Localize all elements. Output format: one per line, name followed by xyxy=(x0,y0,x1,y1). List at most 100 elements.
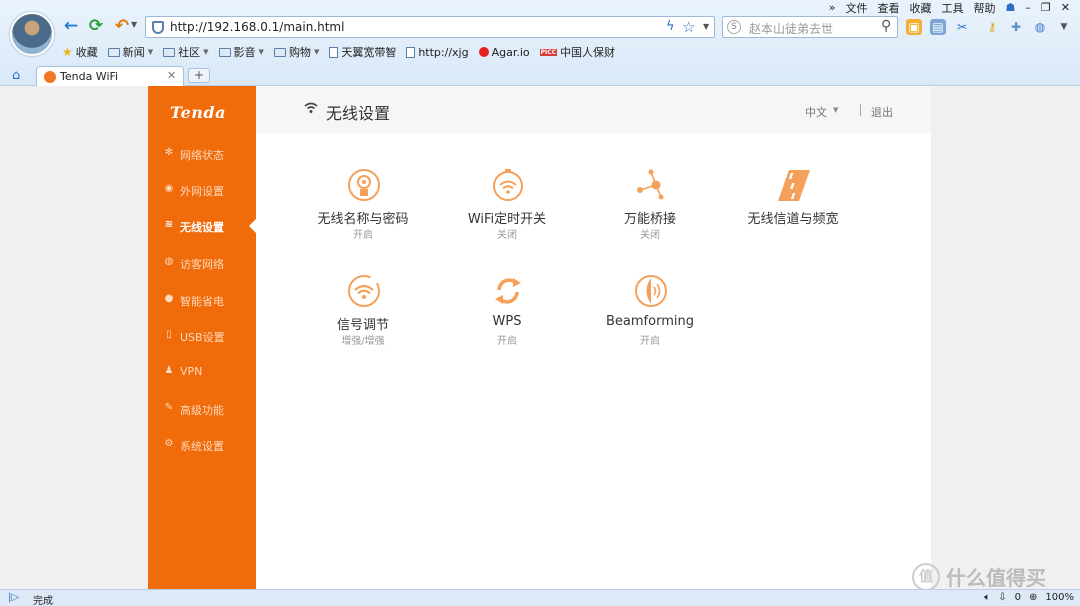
card-title: 无线名称与密码 xyxy=(317,212,409,227)
bookmark-picc[interactable]: PICC 中国人保财 xyxy=(539,44,615,60)
logout-link[interactable]: 退出 xyxy=(871,104,893,120)
bookmark-folder-media[interactable]: 影音 ▼ xyxy=(218,44,264,60)
chevron-down-icon[interactable]: ▼ xyxy=(833,106,838,114)
new-tab-button[interactable]: + xyxy=(188,68,210,83)
sidebar-item-wan-settings[interactable]: ◉ 外网设置 xyxy=(148,180,256,200)
tab-close-icon[interactable]: ✕ xyxy=(167,69,176,82)
page-icon xyxy=(406,46,416,58)
menu-view[interactable]: 查看 xyxy=(878,0,900,16)
bookmark-xjg[interactable]: http://xjg xyxy=(406,46,469,59)
lightning-icon[interactable]: ϟ xyxy=(666,19,675,34)
card-signal-adjust[interactable]: 信号调节 增强/增强 xyxy=(298,274,428,354)
search-icon[interactable]: ⚲ xyxy=(881,18,891,34)
sidebar: Tenda ✻ 网络状态 ◉ 外网设置 ≋ 无线设置 ◍ 访客网络 ● 智能省电 ▯ USB… xyxy=(148,86,256,589)
card-beamforming[interactable]: Beamforming 开启 xyxy=(585,274,715,354)
search-placeholder[interactable]: 赵本山徒弟去世 xyxy=(749,20,833,37)
watermark: 值 什么值得买 xyxy=(912,562,1046,591)
page-title: 无线设置 xyxy=(326,104,391,123)
bookmark-favorites[interactable]: ★ 收藏 xyxy=(62,44,98,60)
user-avatar[interactable] xyxy=(10,12,54,56)
status-text: 完成 xyxy=(33,596,53,606)
card-status: 增强/增强 xyxy=(341,336,385,347)
search-engine-icon[interactable]: S xyxy=(727,20,741,34)
bookmark-tianyi[interactable]: 天翼宽带智 xyxy=(329,44,396,60)
card-wps[interactable]: WPS 开启 xyxy=(442,274,572,354)
folder-icon xyxy=(273,47,286,57)
beamforming-icon xyxy=(635,275,667,307)
picc-logo-icon: PICC xyxy=(539,48,558,56)
guest-network-icon: ◍ xyxy=(164,256,174,267)
extension-icon[interactable]: ▣ xyxy=(906,19,922,35)
language-select[interactable]: 中文 xyxy=(805,104,827,120)
status-bar: |▷ 完成 🔈︎ ⇩ 0 ⊕ 100% xyxy=(0,589,1080,606)
globe-icon[interactable]: ◍ xyxy=(1032,19,1048,35)
home-icon[interactable]: ⌂ xyxy=(12,68,20,83)
sidebar-item-network-status[interactable]: ✻ 网络状态 xyxy=(148,144,256,164)
card-status: 关闭 xyxy=(497,230,517,241)
card-title: 万能桥接 xyxy=(623,212,676,227)
undo-dropdown-icon[interactable]: ▼ xyxy=(131,20,137,29)
more-dropdown-icon[interactable]: ▼ xyxy=(1056,19,1072,35)
menu-bar: » 文件 查看 收藏 工具 帮助 ☗ – ❐ ✕ xyxy=(829,0,1080,15)
screenshot-icon[interactable]: ▤ xyxy=(930,19,946,35)
card-wifi-name-password[interactable]: 无线名称与密码 开启 xyxy=(298,168,428,248)
refresh-icon[interactable]: ⟳ xyxy=(86,16,106,36)
bookmark-folder-community[interactable]: 社区 ▼ xyxy=(163,44,209,60)
close-window-icon[interactable]: ✕ xyxy=(1061,1,1070,14)
sidebar-item-wireless-settings[interactable]: ≋ 无线设置 xyxy=(148,216,256,236)
menu-favorites[interactable]: 收藏 xyxy=(910,0,932,16)
key-icon[interactable]: ⚷ xyxy=(984,19,1000,35)
security-shield-icon xyxy=(152,21,164,34)
menu-more[interactable]: » xyxy=(829,1,836,14)
address-bar[interactable]: http://192.168.0.1/main.html ϟ ☆ ▼ xyxy=(145,16,715,38)
restore-icon[interactable]: ❐ xyxy=(1041,1,1051,14)
sidebar-item-advanced[interactable]: ✎ 高级功能 xyxy=(148,399,256,419)
speaker-icon[interactable]: 🔈︎ xyxy=(984,592,990,603)
menu-tools[interactable]: 工具 xyxy=(942,0,964,16)
url-text[interactable]: http://192.168.0.1/main.html xyxy=(170,20,344,34)
card-title: WPS xyxy=(492,314,522,329)
sidebar-item-system-settings[interactable]: ⚙ 系统设置 xyxy=(148,435,256,455)
folder-icon xyxy=(218,47,231,57)
sidebar-item-vpn[interactable]: ♟ VPN xyxy=(148,362,256,382)
bookmark-star-icon[interactable]: ☆ xyxy=(682,18,695,36)
signal-adjust-icon xyxy=(348,275,380,307)
menu-help[interactable]: 帮助 xyxy=(974,0,996,16)
bookmark-folder-news[interactable]: 新闻 ▼ xyxy=(107,44,153,60)
search-box[interactable]: S 赵本山徒弟去世 ⚲ xyxy=(722,16,898,38)
card-status: 开启 xyxy=(497,336,517,347)
wifi-icon: ≋ xyxy=(164,219,174,230)
puzzle-icon[interactable]: ✚ xyxy=(1008,19,1024,35)
browser-chrome: ← ⟳ ↶ ▼ http://192.168.0.1/main.html ϟ ☆… xyxy=(0,0,1080,86)
wifi-timer-icon xyxy=(493,169,523,201)
agario-icon xyxy=(478,47,489,57)
card-channel-bandwidth[interactable]: 无线信道与频宽 xyxy=(728,168,858,248)
bookmarks-bar: ★ 收藏 新闻 ▼ 社区 ▼ 影音 ▼ 购物 ▼ 天翼宽带智 http://xjg Aga… xyxy=(62,44,615,60)
download-count: 0 xyxy=(1014,592,1022,603)
back-arrow-icon[interactable]: ← xyxy=(61,16,81,36)
wps-refresh-icon xyxy=(495,278,521,304)
bookmark-agario[interactable]: Agar.io xyxy=(478,46,530,59)
card-wifi-timer[interactable]: WiFi定时开关 关闭 xyxy=(442,168,572,248)
sidebar-item-power-saving[interactable]: ● 智能省电 xyxy=(148,290,256,310)
sidebar-item-usb-settings[interactable]: ▯ USB设置 xyxy=(148,326,256,346)
address-dropdown-icon[interactable]: ▼ xyxy=(703,22,709,31)
main-content: 无线设置 中文 ▼ 退出 无线名称与密码 开启 WiFi定时开关 关闭 万能桥接… xyxy=(256,86,931,589)
menu-file[interactable]: 文件 xyxy=(846,0,868,16)
scissors-icon[interactable]: ✂ xyxy=(954,19,970,35)
card-universal-bridge[interactable]: 万能桥接 关闭 xyxy=(585,168,715,248)
card-title: WiFi定时开关 xyxy=(467,212,547,227)
minimize-icon[interactable]: – xyxy=(1025,1,1031,14)
channel-road-icon xyxy=(778,170,810,201)
zoom-level[interactable]: 100% xyxy=(1045,592,1074,603)
sidebar-item-guest-network[interactable]: ◍ 访客网络 xyxy=(148,253,256,273)
sidebar-toggle-icon[interactable]: |▷ xyxy=(8,592,19,603)
wifi-icon xyxy=(304,102,318,113)
undo-icon[interactable]: ↶ xyxy=(112,16,132,36)
shirt-icon[interactable]: ☗ xyxy=(1006,1,1016,14)
zoom-icon[interactable]: ⊕ xyxy=(1029,592,1037,603)
tab-tenda-wifi[interactable]: Tenda WiFi ✕ xyxy=(36,66,184,86)
download-icon[interactable]: ⇩ xyxy=(998,592,1006,603)
bookmark-folder-shopping[interactable]: 购物 ▼ xyxy=(273,44,319,60)
wrench-icon: ✎ xyxy=(164,402,174,413)
